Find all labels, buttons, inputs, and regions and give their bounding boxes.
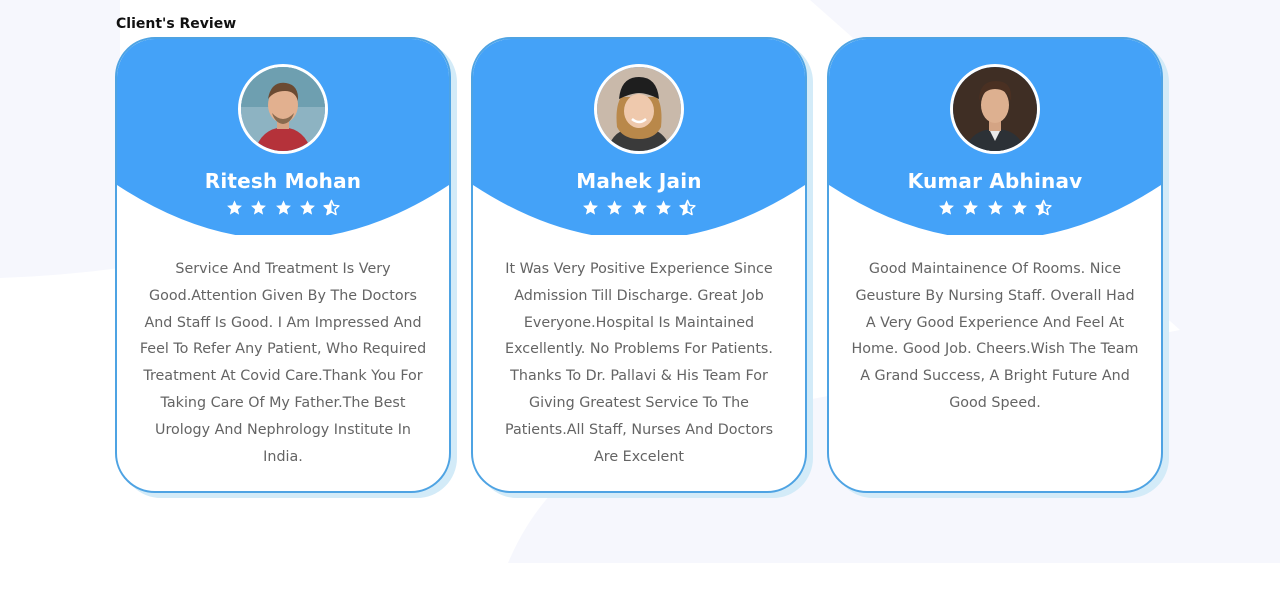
star-rating (473, 199, 805, 216)
review-card: Ritesh Mohan Service And Treatment Is Ve… (115, 37, 451, 493)
reviewer-name: Kumar Abhinav (907, 169, 1083, 193)
avatar (594, 64, 684, 154)
reviewer-name: Ritesh Mohan (204, 169, 362, 193)
star-icon (631, 200, 647, 215)
star-rating (117, 199, 449, 216)
star-half-icon (679, 199, 696, 216)
star-icon (963, 200, 979, 215)
section-title: Client's Review (116, 16, 237, 32)
star-icon (655, 200, 671, 215)
reviewer-name: Mahek Jain (576, 169, 702, 193)
star-icon (227, 200, 243, 215)
star-icon (583, 200, 599, 215)
avatar (238, 64, 328, 154)
star-icon (1011, 200, 1027, 215)
star-rating (829, 199, 1161, 216)
review-text: It Was Very Positive Experience Since Ad… (504, 261, 774, 465)
star-half-icon (1035, 199, 1052, 216)
star-icon (987, 200, 1003, 215)
review-text: Good Maintainence Of Rooms. Nice Geustur… (851, 261, 1139, 411)
star-icon (939, 200, 955, 215)
star-half-icon (323, 199, 340, 216)
review-text: Service And Treatment Is Very Good.Atten… (139, 261, 427, 465)
avatar (950, 64, 1040, 154)
reviews-row: Ritesh Mohan Service And Treatment Is Ve… (0, 0, 1280, 610)
star-icon (251, 200, 267, 215)
star-icon (299, 200, 315, 215)
review-card: Mahek Jain It Was Very Positive Experien… (471, 37, 807, 493)
star-icon (607, 200, 623, 215)
star-icon (275, 200, 291, 215)
review-card: Kumar Abhinav Good Maintainence Of Rooms… (827, 37, 1163, 493)
